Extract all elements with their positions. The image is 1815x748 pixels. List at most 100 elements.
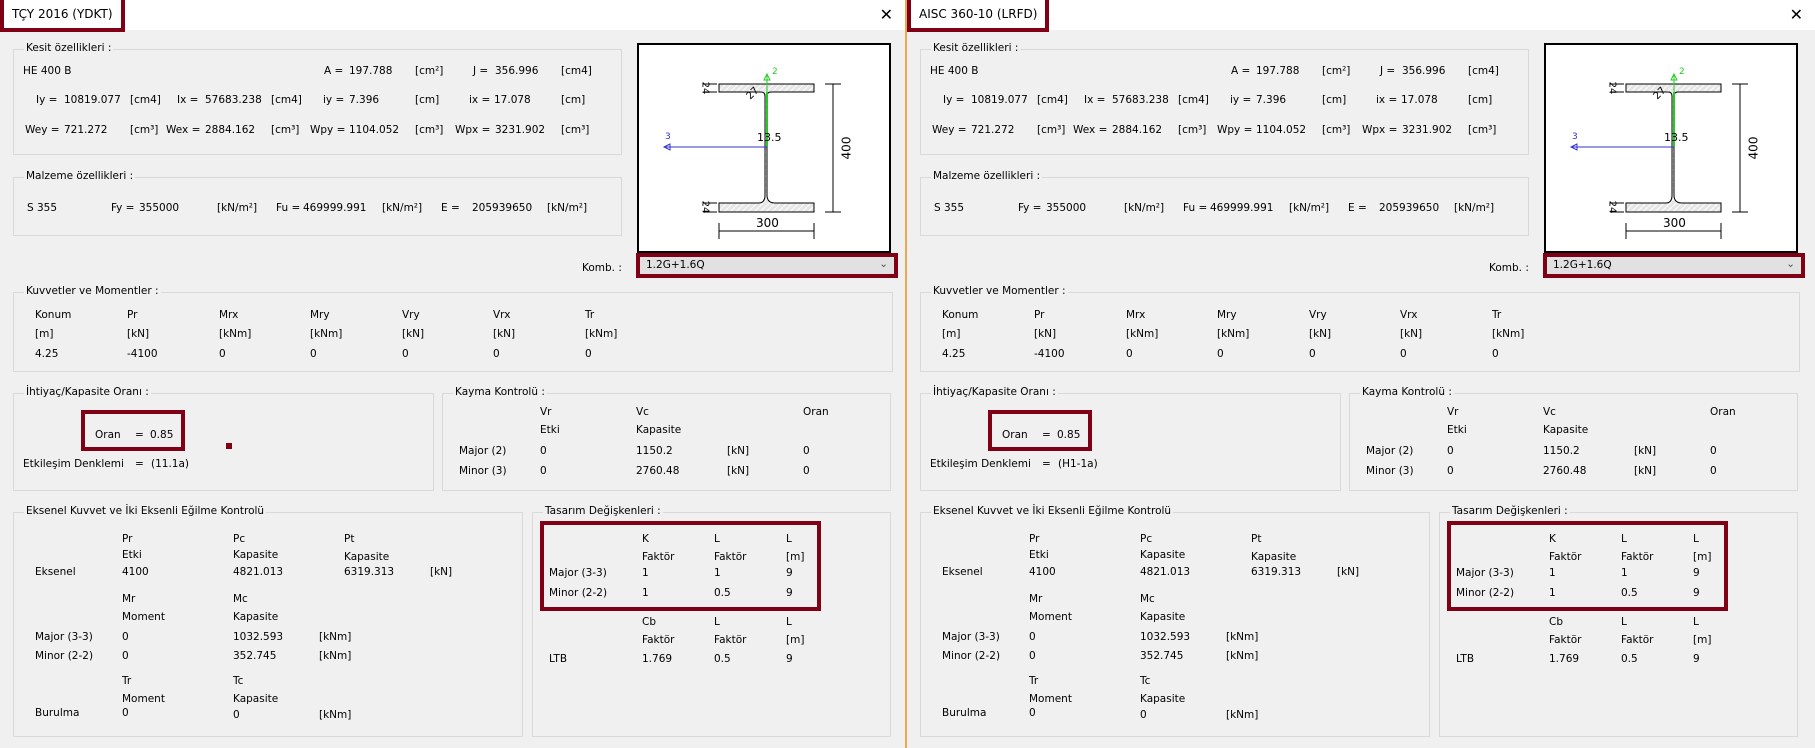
design-h: L: [786, 533, 792, 545]
komb-label: Komb. :: [582, 262, 622, 274]
prop-Wex-label: Wex =: [1073, 124, 1108, 136]
design-cell: 1: [1549, 587, 1556, 599]
force-header: Pr: [127, 309, 138, 321]
force-header: Vry: [402, 309, 420, 321]
moment-h2: Kapasite: [1140, 611, 1186, 623]
shear-cell: 0: [803, 465, 810, 477]
force-header: Mrx: [1126, 309, 1146, 321]
force-value: 0: [1126, 348, 1133, 360]
moment-cell: 0: [1029, 631, 1036, 643]
ltb-h2: Faktör: [1549, 634, 1582, 646]
prop-E-value: 205939650: [472, 202, 533, 214]
moment-h: Mr: [122, 593, 136, 605]
shear-cell: 0: [803, 445, 810, 457]
ratio-group-legend: İhtiyaç/Kapasite Oranı :: [24, 386, 151, 398]
prop-E-unit: [kN/m²]: [547, 202, 588, 214]
force-unit: [kN]: [1034, 328, 1057, 340]
moment-cell: [kNm]: [1226, 650, 1259, 662]
axial-cell: [kN]: [1337, 566, 1360, 578]
force-header: Tr: [585, 309, 595, 321]
design-cell: 0.5: [714, 587, 731, 599]
force-unit: [m]: [942, 328, 961, 340]
axial-cell: [kN]: [430, 566, 453, 578]
width-dim: 300: [1663, 216, 1686, 230]
ltb-cell: 1.769: [642, 653, 673, 665]
axial-h: Pt: [344, 533, 355, 545]
komb-value: 1.2G+1.6Q: [1553, 259, 1612, 271]
section-name: HE 400 B: [23, 65, 72, 77]
close-icon[interactable]: ✕: [1790, 5, 1803, 24]
moment-cell: [kNm]: [319, 650, 352, 662]
axis-3-label: 3: [665, 132, 671, 142]
moment-cell: [kNm]: [319, 631, 352, 643]
eksenel-group-legend: Eksenel Kuvvet ve İki Eksenli Eğilme Kon…: [24, 505, 267, 517]
prop-Fu-unit: [kN/m²]: [1289, 202, 1330, 214]
prop-Wpy-label: Wpy =: [1217, 124, 1253, 136]
prop-Wey-value: 721.272: [971, 124, 1015, 136]
force-unit: [kNm]: [219, 328, 252, 340]
prop-Fy-value: 355000: [139, 202, 180, 214]
torsion-cell: 0: [1140, 709, 1147, 721]
axis-2-label: 2: [1679, 67, 1685, 77]
kuvvet-group-legend: Kuvvetler ve Momentler :: [931, 285, 1068, 297]
force-value: 0: [310, 348, 317, 360]
shear-cell: Major (2): [459, 445, 507, 457]
prop-iy-value: 7.396: [349, 94, 380, 106]
axial-h: Pr: [1029, 533, 1040, 545]
axial-cell: 4100: [1029, 566, 1056, 578]
moment-cell: Minor (2-2): [942, 650, 1001, 662]
prop-E-value: 205939650: [1379, 202, 1440, 214]
height-dim: 400: [1746, 136, 1761, 160]
force-header: Mry: [1217, 309, 1237, 321]
ltb-cell: 1.769: [1549, 653, 1580, 665]
axial-h: Pc: [233, 533, 246, 545]
komb-dropdown[interactable]: 1.2G+1.6Q ⌄: [1543, 253, 1805, 278]
design-h: L: [1621, 533, 1627, 545]
oran-eq: =: [1042, 429, 1051, 441]
close-icon[interactable]: ✕: [880, 5, 893, 24]
force-unit: [kN]: [493, 328, 516, 340]
design-cell: Major (3-3): [1456, 567, 1514, 579]
shear-cell: [kN]: [727, 465, 750, 477]
moment-cell: 1032.593: [1140, 631, 1191, 643]
prop-Iy-value: 10819.077: [64, 94, 121, 106]
ltb-h2: Faktör: [642, 634, 675, 646]
prop-Wpx-unit: [cm³]: [1468, 124, 1497, 136]
force-header: Konum: [942, 309, 979, 321]
section-name: HE 400 B: [930, 65, 979, 77]
ltb-cell: LTB: [549, 653, 568, 665]
flange-thickness-bottom: 24: [1606, 200, 1618, 214]
chevron-down-icon: ⌄: [1786, 258, 1795, 270]
ltb-cell: LTB: [1456, 653, 1475, 665]
design-cell: 1: [642, 587, 649, 599]
prop-Wex-label: Wex =: [166, 124, 201, 136]
prop-Wpy-value: 1104.052: [349, 124, 400, 136]
moment-cell: 0: [1029, 650, 1036, 662]
force-header: Tr: [1492, 309, 1502, 321]
shear-cell: 0: [1447, 445, 1454, 457]
force-unit: [kN]: [1400, 328, 1423, 340]
prop-Fy-unit: [kN/m²]: [217, 202, 258, 214]
section-drawing: 24 24 27 13.5 400 300 3 2: [637, 43, 891, 253]
window-title: AISC 360-10 (LRFD): [907, 0, 1050, 32]
prop-ix-label: ix =: [1376, 94, 1398, 106]
axial-cell: 4821.013: [1140, 566, 1191, 578]
ltb-h: Cb: [642, 616, 656, 628]
prop-Wex-value: 2884.162: [1112, 124, 1163, 136]
prop-A-unit: [cm²]: [1322, 65, 1351, 77]
prop-E-label: E =: [441, 202, 460, 214]
oran-label: Oran: [95, 429, 121, 441]
prop-iy-label: iy =: [323, 94, 345, 106]
prop-A-unit: [cm²]: [415, 65, 444, 77]
ltb-h: L: [714, 616, 720, 628]
prop-Ix-label: Ix =: [1084, 94, 1106, 106]
ltb-h2: [m]: [1693, 634, 1712, 646]
komb-dropdown[interactable]: 1.2G+1.6Q ⌄: [636, 253, 898, 278]
kesit-group-legend: Kesit özellikleri :: [931, 42, 1021, 54]
equation-value: (11.1a): [151, 458, 190, 470]
shear-h: Vr: [540, 406, 552, 418]
prop-Wey-value: 721.272: [64, 124, 108, 136]
design-h2: Faktör: [1621, 551, 1654, 563]
prop-Iy-label: Iy =: [943, 94, 965, 106]
design-h2: [m]: [1693, 551, 1712, 563]
